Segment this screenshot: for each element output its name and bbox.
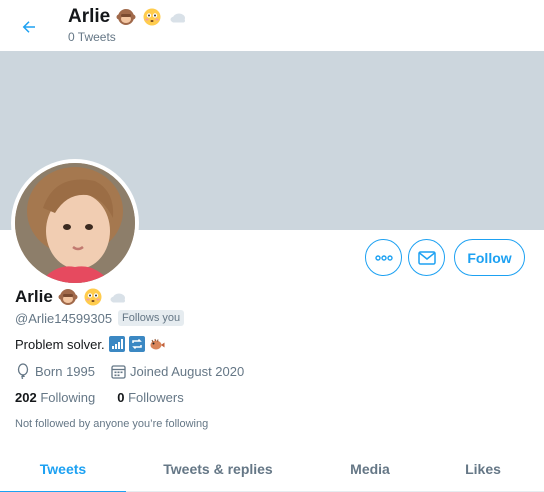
more-button[interactable] — [365, 239, 402, 276]
flushed-face-icon — [84, 288, 102, 306]
see-no-evil-monkey-icon — [116, 9, 136, 25]
handle-row: @Arlie14599305 Follows you — [15, 310, 185, 326]
back-button[interactable] — [12, 10, 46, 44]
tweet-count: 0 Tweets — [68, 30, 116, 44]
profile-bio: Problem solver. — [15, 336, 165, 352]
back-arrow-icon — [22, 21, 35, 33]
follows-you-badge: Follows you — [118, 310, 185, 326]
tab-media[interactable]: Media — [310, 446, 430, 492]
cloud-icon — [110, 293, 125, 303]
following-link[interactable]: 202 Following — [15, 390, 95, 405]
profile-handle: @Arlie14599305 — [15, 310, 113, 326]
profile-tabs: Tweets Tweets & replies Media Likes — [0, 446, 544, 492]
following-count: 202 — [15, 390, 37, 405]
calendar-icon — [111, 364, 126, 379]
more-icon — [374, 254, 393, 261]
followers-count: 0 — [117, 390, 125, 405]
joined-text: Joined August 2020 — [130, 363, 245, 379]
profile-stats: 202 Following 0 Followers — [15, 390, 184, 405]
avatar[interactable] — [11, 159, 139, 287]
flushed-face-icon — [143, 8, 161, 26]
cloud-icon — [170, 13, 186, 23]
blowfish-icon — [150, 338, 165, 350]
signal-bars-icon — [108, 336, 125, 352]
born-text: Born 1995 — [35, 363, 95, 379]
balloon-icon — [17, 363, 29, 379]
header-name-row: Arlie — [68, 6, 188, 28]
following-label: Following — [40, 390, 96, 405]
followers-label: Followers — [128, 390, 184, 405]
avatar-image — [15, 163, 135, 283]
profile-meta: Born 1995 Joined August 2020 — [15, 363, 244, 379]
follow-button[interactable]: Follow — [454, 239, 525, 276]
followers-link[interactable]: 0 Followers — [117, 390, 183, 405]
repeat-button-icon — [128, 336, 145, 352]
message-button[interactable] — [408, 239, 445, 276]
tab-likes[interactable]: Likes — [430, 446, 536, 492]
envelope-icon — [417, 250, 436, 265]
tab-tweets[interactable]: Tweets — [0, 446, 126, 492]
header-name: Arlie — [68, 6, 111, 27]
bio-text: Problem solver. — [15, 336, 105, 352]
not-followed-note: Not followed by anyone you’re following — [15, 418, 209, 430]
tab-tweets-and-replies[interactable]: Tweets & replies — [126, 446, 310, 492]
profile-name: Arlie — [15, 287, 53, 306]
top-bar: Arlie 0 Tweets — [0, 0, 544, 51]
profile-name-row: Arlie — [15, 287, 128, 307]
see-no-evil-monkey-icon — [58, 289, 78, 305]
